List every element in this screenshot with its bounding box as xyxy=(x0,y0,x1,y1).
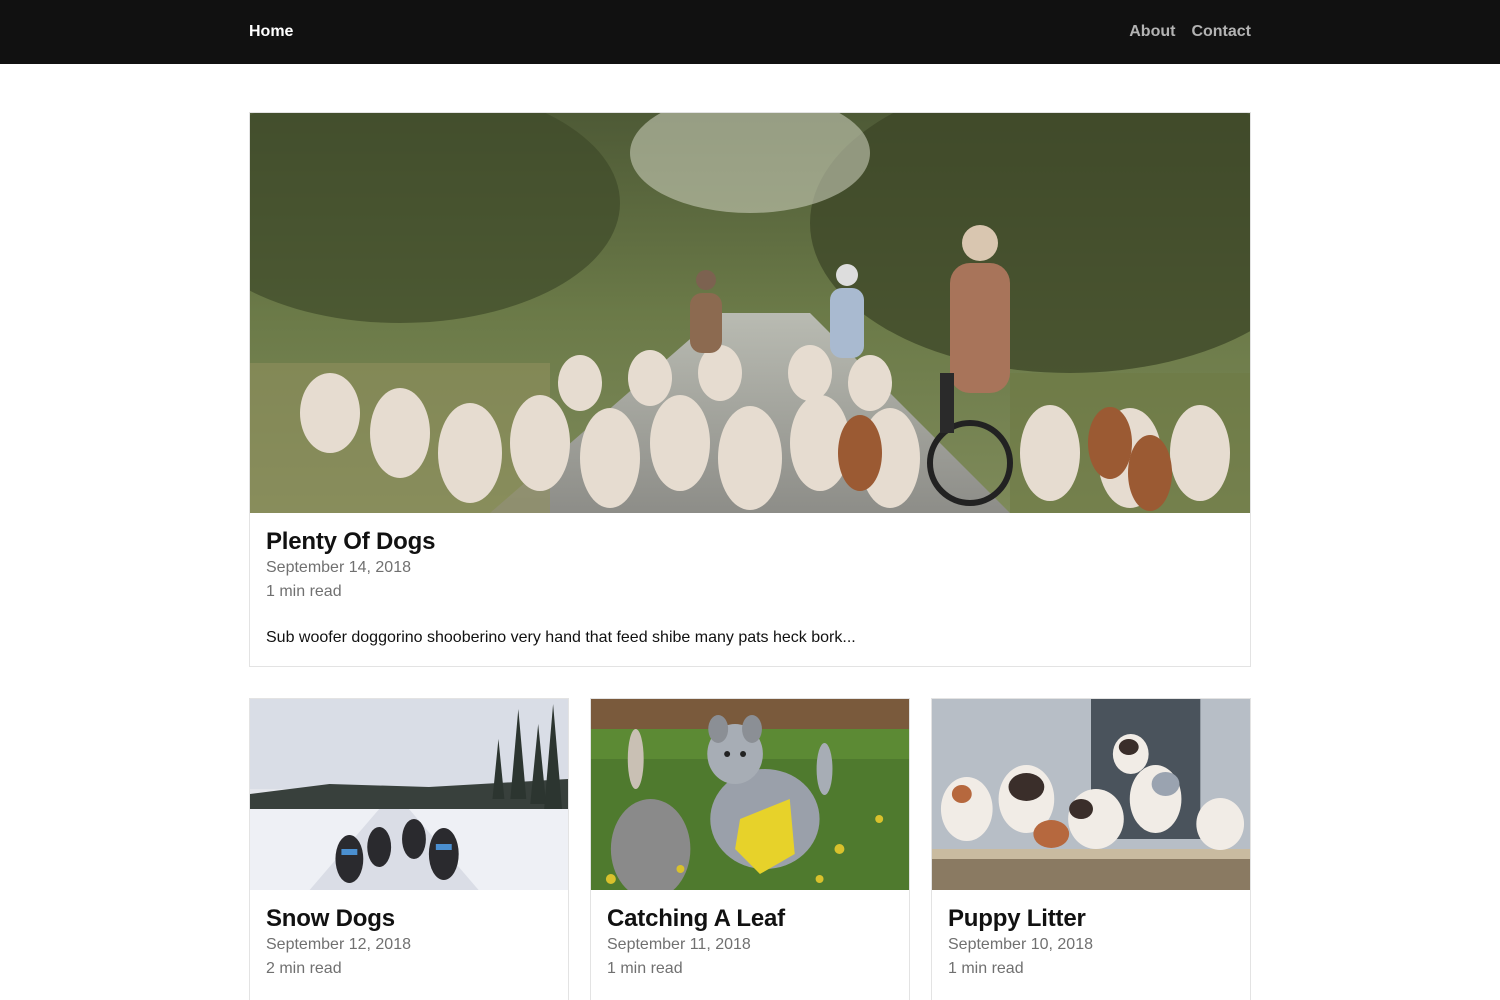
nav-contact-link[interactable]: Contact xyxy=(1191,23,1251,41)
featured-post-body: Plenty Of Dogs September 14, 2018 1 min … xyxy=(250,513,1250,663)
nav-home-link[interactable]: Home xyxy=(249,23,293,41)
post-readtime: 2 min read xyxy=(266,960,342,977)
post-readtime: 1 min read xyxy=(948,960,1024,977)
post-date: September 12, 2018 xyxy=(266,936,411,953)
post-title[interactable]: Catching A Leaf xyxy=(607,905,893,933)
post-image[interactable] xyxy=(250,699,568,890)
post-body: Catching A Leaf September 11, 2018 1 min… xyxy=(591,890,909,996)
post-body: Snow Dogs September 12, 2018 2 min read xyxy=(250,890,568,996)
featured-post-date: September 14, 2018 xyxy=(266,559,411,576)
top-navbar: Home About Contact xyxy=(0,0,1500,64)
main-content: Plenty Of Dogs September 14, 2018 1 min … xyxy=(249,112,1251,1000)
sled-dogs-photo xyxy=(250,699,568,890)
post-date: September 11, 2018 xyxy=(607,936,751,953)
post-image[interactable] xyxy=(591,699,909,890)
nav-about-link[interactable]: About xyxy=(1129,23,1175,41)
post-grid: Snow Dogs September 12, 2018 2 min read xyxy=(249,698,1251,1000)
post-body: Puppy Litter September 10, 2018 1 min re… xyxy=(932,890,1250,996)
post-card-puppy-litter[interactable]: Puppy Litter September 10, 2018 1 min re… xyxy=(931,698,1251,1000)
navbar-inner: Home About Contact xyxy=(249,0,1251,64)
post-card-snow-dogs[interactable]: Snow Dogs September 12, 2018 2 min read xyxy=(249,698,569,1000)
featured-post-title[interactable]: Plenty Of Dogs xyxy=(266,528,1234,556)
featured-post-image[interactable] xyxy=(250,113,1250,513)
post-image[interactable] xyxy=(932,699,1250,890)
puppy-with-leaf-photo xyxy=(591,699,909,890)
post-readtime: 1 min read xyxy=(607,960,683,977)
featured-post-card[interactable]: Plenty Of Dogs September 14, 2018 1 min … xyxy=(249,112,1251,667)
nav-links: About Contact xyxy=(1129,23,1251,41)
post-title[interactable]: Snow Dogs xyxy=(266,905,552,933)
post-date: September 10, 2018 xyxy=(948,936,1093,953)
puppy-litter-photo xyxy=(932,699,1250,890)
post-card-catching-a-leaf[interactable]: Catching A Leaf September 11, 2018 1 min… xyxy=(590,698,910,1000)
hound-pack-photo xyxy=(250,113,1250,513)
post-title[interactable]: Puppy Litter xyxy=(948,905,1234,933)
featured-post-excerpt: Sub woofer doggorino shooberino very han… xyxy=(266,629,856,646)
featured-post-readtime: 1 min read xyxy=(266,583,342,600)
